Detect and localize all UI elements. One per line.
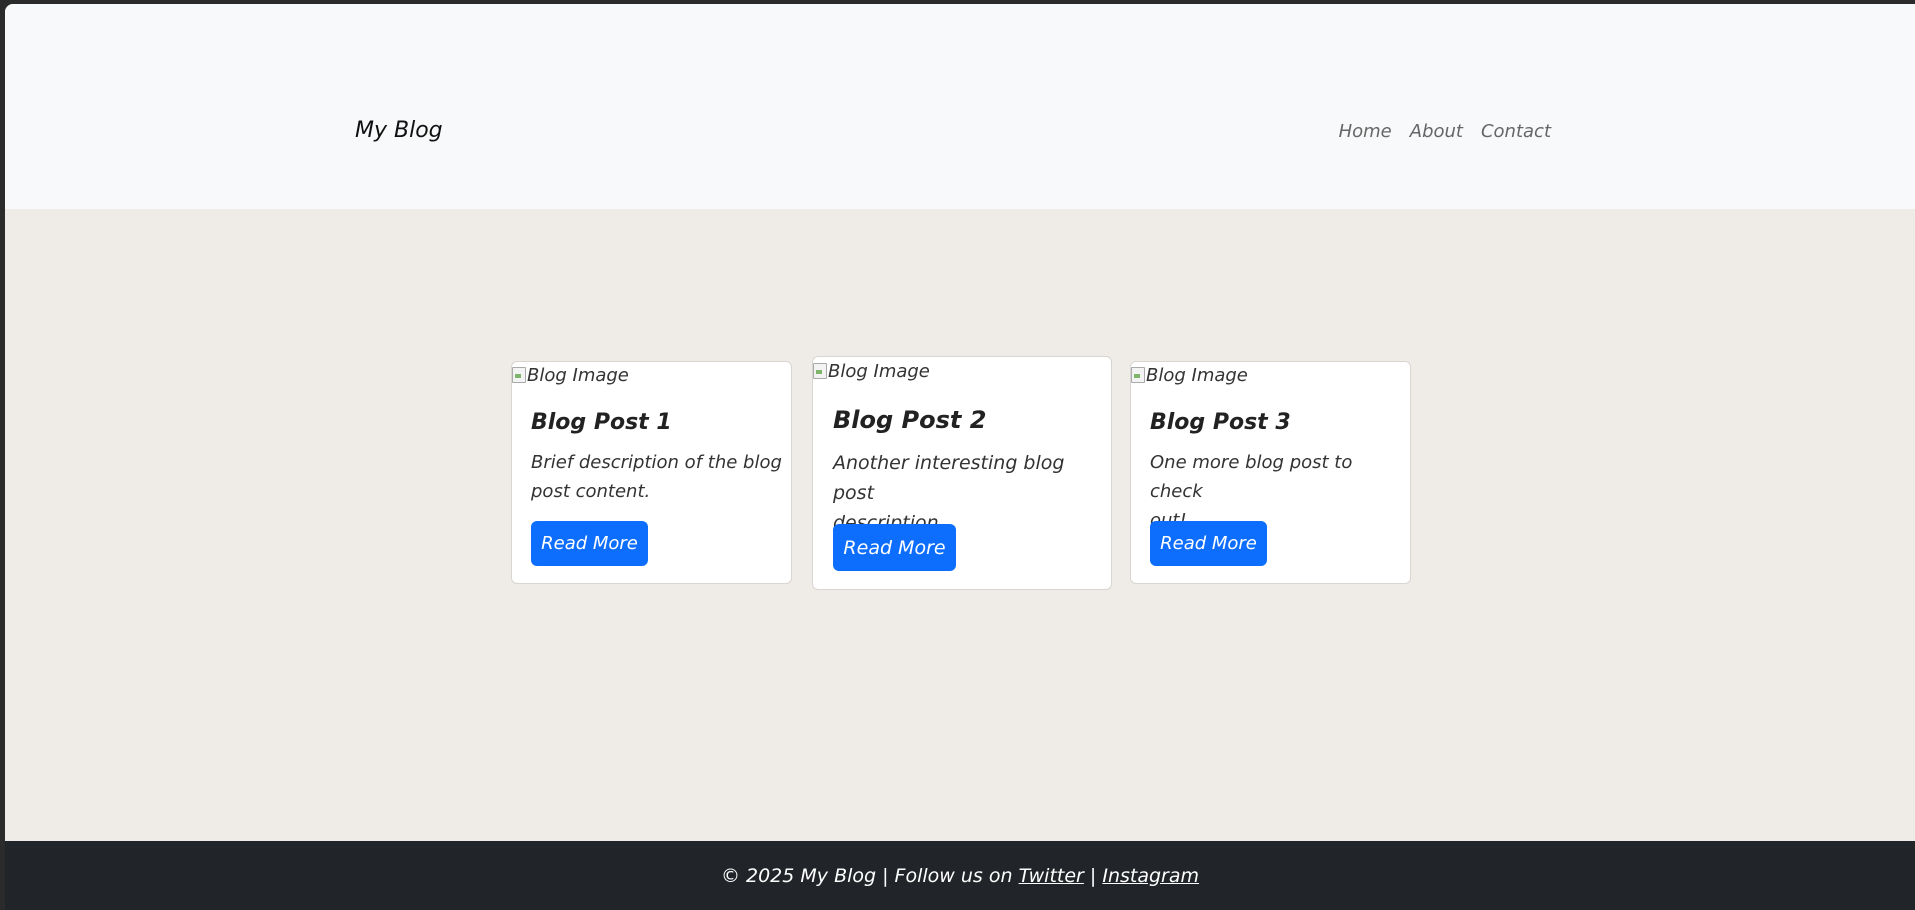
nav-link-about[interactable]: About [1401,121,1472,142]
top-navbar: My Blog Home About Contact [5,4,1915,209]
blog-card-text: Brief description of the blog post conte… [531,448,782,506]
instagram-link[interactable]: Instagram [1102,865,1199,887]
blog-image-alt: Blog Image [828,360,930,382]
read-more-button[interactable]: Read More [531,521,648,566]
blog-image-alt: Blog Image [1146,364,1248,386]
twitter-link[interactable]: Twitter [1019,865,1084,887]
blog-card-text-line: Brief description of the blog [531,452,782,473]
blog-image-broken: Blog Image [813,357,930,385]
blog-card-text-line: Another interesting blog post [833,452,1065,504]
broken-image-icon [813,363,827,379]
page-footer: © 2025 My Blog | Follow us on Twitter | … [5,841,1915,910]
blog-card-title: Blog Post 3 [1150,410,1291,435]
blog-card-text-line: One more blog post to check [1150,452,1353,502]
blog-image-alt: Blog Image [527,364,629,386]
nav-link-home[interactable]: Home [1330,121,1401,142]
blog-card-text-line: post content. [531,481,651,502]
footer-copyright: © 2025 My Blog | Follow us on [720,864,1013,887]
blog-card-2: Blog Image Blog Post 2 Another interesti… [812,356,1112,590]
read-more-button[interactable]: Read More [833,524,956,571]
brand-logo[interactable]: My Blog [355,118,443,143]
blog-card-3: Blog Image Blog Post 3 One more blog pos… [1130,361,1411,584]
broken-image-icon [1131,367,1145,383]
nav-link-contact[interactable]: Contact [1472,121,1560,142]
blog-card-title: Blog Post 1 [531,410,672,435]
blog-image-broken: Blog Image [512,362,629,388]
read-more-button[interactable]: Read More [1150,521,1267,566]
broken-image-icon [512,367,526,383]
blog-card-1: Blog Image Blog Post 1 Brief description… [511,361,792,584]
nav-links: Home About Contact [1330,121,1560,142]
main-content: Blog Image Blog Post 1 Brief description… [5,209,1915,841]
blog-card-title: Blog Post 2 [833,406,987,434]
browser-viewport: My Blog Home About Contact Blog Image Bl… [5,4,1915,910]
blog-image-broken: Blog Image [1131,362,1248,388]
